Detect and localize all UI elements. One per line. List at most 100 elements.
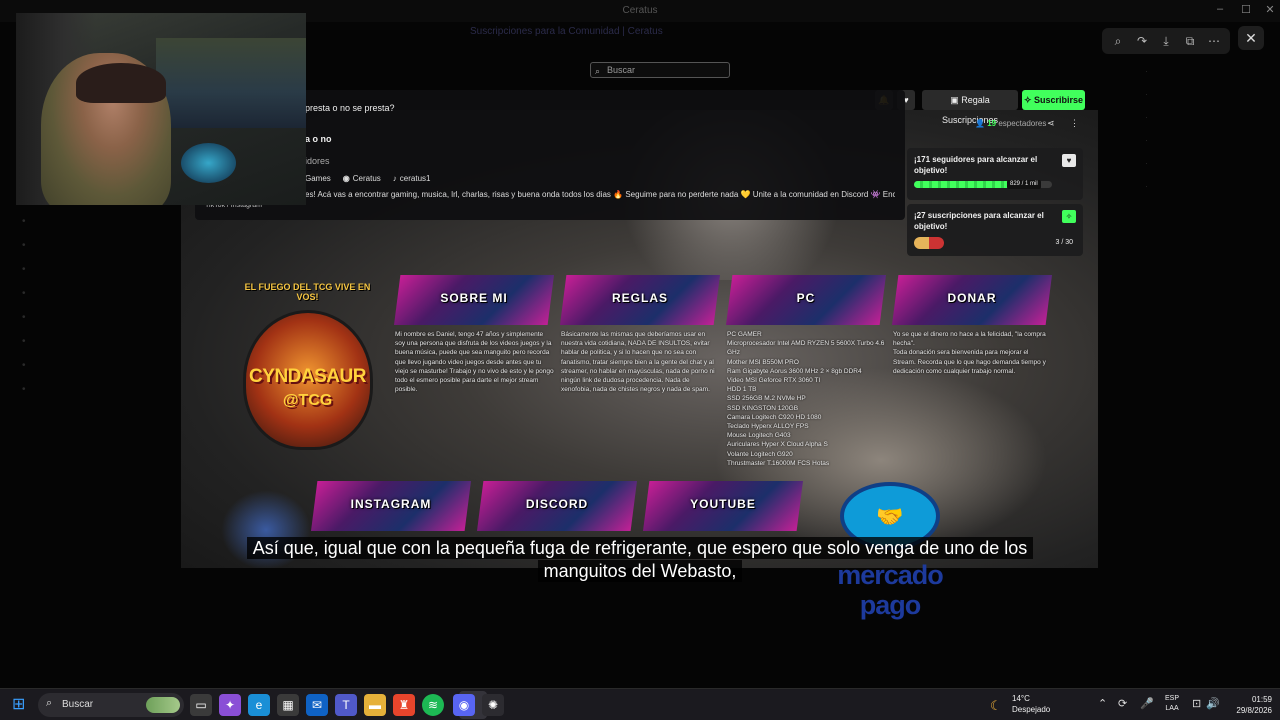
social-link-games[interactable]: Games [305, 174, 331, 183]
info-icon[interactable]: ⋮ [1070, 118, 1079, 129]
store-icon[interactable]: ▦ [277, 694, 299, 716]
chat-line: · [1145, 66, 1148, 76]
webcam-microphone [181, 143, 236, 183]
panel-banner-reglas[interactable]: REGLAS [560, 275, 720, 325]
task-view-icon[interactable]: ▭ [190, 694, 212, 716]
left-sidebar: • • • • • • • • [0, 210, 180, 680]
share-icon[interactable]: ↷ [1132, 32, 1152, 50]
viewers-icon: 👤 [975, 119, 988, 128]
moon-weather-icon: ☾ [990, 698, 1002, 713]
viewers-number: 19 [987, 119, 997, 128]
follow-heart-button[interactable]: ♥ [1062, 154, 1076, 167]
chat-line: · [1145, 112, 1148, 122]
panel-title: PC [796, 291, 816, 305]
heart-icon: ♥ [1066, 156, 1072, 165]
download-icon[interactable]: ⤓ [1156, 32, 1176, 50]
open-external-icon[interactable]: ⧉ [1180, 32, 1200, 50]
sync-icon[interactable]: ⟳ [1118, 697, 1127, 710]
edge-icon[interactable]: e [248, 694, 270, 716]
cyndasaur-logo: EL FUEGO DEL TCG VIVE EN VOS! CYNDASAUR … [235, 280, 380, 455]
language-indicator[interactable]: ESP LAA [1165, 694, 1179, 714]
panel-banner-discord[interactable]: DISCORD [477, 481, 637, 531]
search-input[interactable]: ⌕ Buscar [590, 62, 730, 78]
logo-tagline: EL FUEGO DEL TCG VIVE EN VOS! [244, 282, 371, 302]
search-placeholder: Buscar [607, 65, 636, 75]
chevron-up-icon[interactable]: ⌃ [1098, 697, 1107, 710]
weather-desc: Despejado [1012, 705, 1051, 714]
subscribe-button[interactable]: ✧ Suscribirse [1022, 90, 1085, 110]
sidebar-item[interactable]: • [0, 354, 180, 378]
sidebar-item[interactable]: • [0, 258, 180, 282]
volume-icon[interactable]: 🔊 [1206, 697, 1220, 710]
share-channel-icon[interactable]: ⋖ [1047, 118, 1055, 129]
taskbar-search[interactable]: ⌕ Buscar [38, 693, 184, 717]
outlook-icon[interactable]: ✉ [306, 694, 328, 716]
stream-title-fragment: a o no [305, 134, 332, 144]
zoom-in-icon[interactable]: ⌕ [1108, 32, 1128, 50]
panel-title: INSTAGRAM [350, 497, 432, 511]
social-link-discord[interactable]: ◉ Ceratus [343, 174, 381, 183]
chatgpt-icon[interactable]: ✺ [482, 694, 504, 716]
sidebar-item[interactable]: • [0, 306, 180, 330]
panel-text-donar: Yo se que el dinero no hace a la felicid… [893, 331, 1046, 375]
star-icon: ✧ [1023, 95, 1034, 105]
subscriber-avatars [914, 237, 944, 249]
subtitles: Así que, igual que con la pequeña fuga d… [200, 537, 1080, 583]
chat-panel: · · · · · · [1105, 60, 1280, 670]
file-explorer-icon[interactable]: ▬ [364, 694, 386, 716]
windows-start-icon[interactable]: ⊞ [12, 696, 30, 714]
viewers-label: espectadores [998, 119, 1047, 128]
social-links: Games ◉ Ceratus ♪ ceratus1 [305, 174, 430, 183]
microphone-icon[interactable]: 🎤 [1140, 697, 1154, 710]
screen: Ceratus – ☐ ✕ Suscripciones para la Comu… [0, 0, 1280, 720]
chat-line: · [1145, 89, 1148, 99]
webcam-cap [76, 63, 166, 103]
clock-date: 29/8/2026 [1236, 706, 1272, 715]
minimize-icon[interactable]: – [1210, 3, 1230, 19]
chat-line: · [1145, 181, 1148, 191]
subscribe-label: Suscribirse [1034, 95, 1084, 105]
sidebar-item[interactable]: • [0, 330, 180, 354]
sub-goal-card: ¡27 suscripciones para alcanzar el objet… [907, 204, 1083, 256]
close-icon: ✕ [1245, 30, 1257, 46]
taskbar-search-label: Buscar [62, 699, 94, 710]
subtitle-line-1: Así que, igual que con la pequeña fuga d… [246, 537, 1034, 559]
sidebar-item[interactable]: • [0, 378, 180, 402]
sidebar-item[interactable]: • [0, 210, 180, 234]
panel-title: DISCORD [525, 497, 589, 511]
chat-line: · [1145, 158, 1148, 168]
more-icon[interactable]: ⋯ [1204, 32, 1224, 50]
search-icon: ⌕ [46, 697, 53, 709]
network-icon[interactable]: ⊡ [1192, 697, 1201, 710]
viewer-close-button[interactable]: ✕ [1238, 26, 1264, 50]
system-clock[interactable]: 01:59 29/8/2026 [1222, 694, 1272, 716]
panel-banner-instagram[interactable]: INSTAGRAM [311, 481, 471, 531]
brave-icon[interactable]: ♜ [393, 694, 415, 716]
logo-name: CYNDASAUR [249, 366, 366, 387]
panel-banner-youtube[interactable]: YOUTUBE [643, 481, 803, 531]
panel-banner-sobre-mi[interactable]: SOBRE MI [394, 275, 554, 325]
sidebar-item[interactable]: • [0, 234, 180, 258]
search-icon: ⌕ [595, 66, 601, 76]
logo-sub: @TCG [282, 392, 333, 409]
subscribe-goal-button[interactable]: ✧ [1062, 210, 1076, 223]
copilot-icon[interactable]: ✦ [219, 694, 241, 716]
lang-code: ESP [1165, 695, 1180, 702]
gift-subs-button[interactable]: ▣ Regala Suscripciones [922, 90, 1018, 125]
window-close-icon[interactable]: ✕ [1260, 3, 1280, 19]
subtitle-line-2: manguitos del Webasto, [537, 560, 743, 582]
panel-banner-donar[interactable]: DONAR [892, 275, 1052, 325]
spotify-icon[interactable]: ≋ [422, 694, 444, 716]
goal-count: 3 / 30 [1055, 239, 1073, 246]
panel-banner-pc[interactable]: PC [726, 275, 886, 325]
discord-icon[interactable]: ◉ [453, 694, 475, 716]
maximize-icon[interactable]: ☐ [1236, 3, 1256, 19]
channel-bio: es! Acá vas a encontrar gaming, musica, … [305, 190, 895, 199]
goal-title: ¡27 suscripciones para alcanzar el objet… [914, 211, 1044, 231]
clock-time: 01:59 [1251, 695, 1272, 704]
goal-title: ¡171 seguidores para alcanzar el objetiv… [914, 155, 1038, 175]
dimmed-banner: Suscripciones para la Comunidad | Ceratu… [470, 26, 663, 37]
sidebar-item[interactable]: • [0, 282, 180, 306]
social-link-tiktok[interactable]: ♪ ceratus1 [393, 174, 431, 183]
teams-icon[interactable]: T [335, 694, 357, 716]
